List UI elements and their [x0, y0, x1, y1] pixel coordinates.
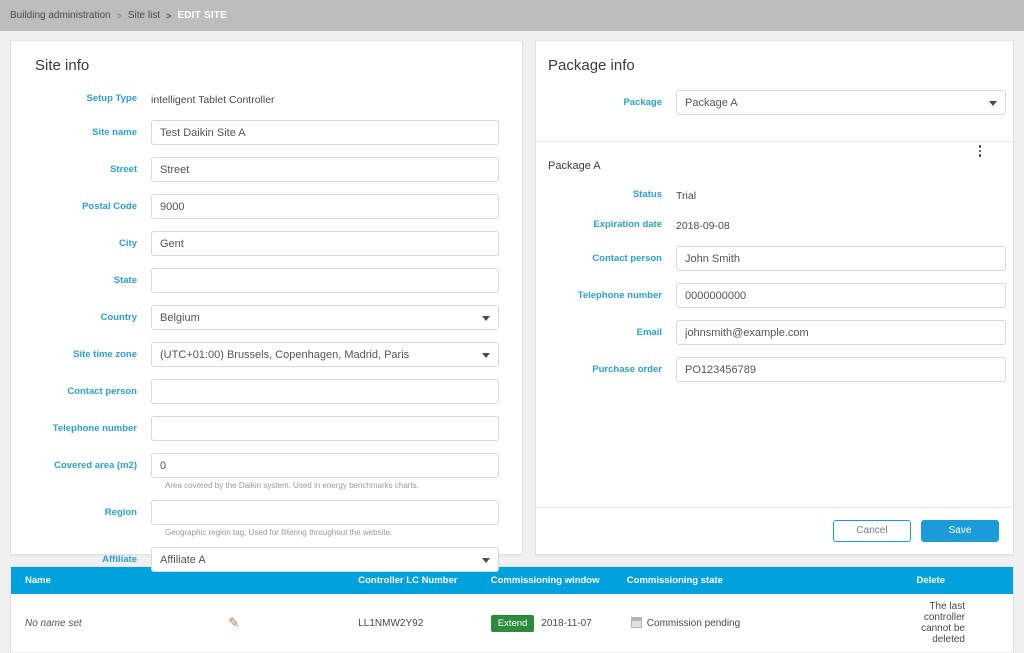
field-row-telephone-number: Telephone number: [23, 416, 510, 441]
field-row-package: Package: [536, 90, 1006, 115]
label-contact-person: Contact person: [67, 385, 137, 397]
telephone-number-input[interactable]: [151, 416, 499, 441]
breadcrumb-separator-1: >: [116, 10, 122, 21]
field-row-site-name: Site name: [23, 120, 510, 145]
help-text-region: Geographic region tag. Used for filterin…: [165, 528, 393, 537]
cell-commissioning-state: Commission pending: [626, 594, 917, 653]
cell-commissioning-window: Extend 2018-11-07: [490, 594, 627, 653]
label-street: Street: [110, 163, 137, 175]
package-details-section: Package A Status Trial Expiration date 2…: [536, 142, 1013, 507]
field-row-affiliate: Affiliate: [23, 547, 510, 572]
cell-delete: The last controller cannot be deleted: [916, 594, 1013, 653]
field-row-city: City: [23, 231, 510, 256]
label-region: Region: [104, 506, 137, 518]
covered-area-input[interactable]: [151, 453, 499, 478]
field-row-country: Country: [23, 305, 510, 330]
cancel-button[interactable]: Cancel: [833, 520, 911, 542]
cell-lc-number: LL1NMW2Y92: [358, 594, 491, 653]
breadcrumb-root[interactable]: Building administration: [10, 10, 111, 21]
pencil-icon[interactable]: ✎: [228, 615, 239, 630]
label-city: City: [119, 237, 137, 249]
field-row-status: Status Trial: [536, 186, 1001, 204]
save-button[interactable]: Save: [921, 520, 999, 542]
label-telephone-number: Telephone number: [52, 422, 137, 434]
form-actions: Cancel Save: [536, 507, 1013, 554]
column-header-commissioning-window: Commissioning window: [490, 567, 627, 594]
site-time-zone-select[interactable]: [151, 342, 499, 367]
purchase-order-input[interactable]: [676, 357, 1006, 382]
controllers-table: Name Controller LC Number Commissioning …: [11, 567, 1013, 653]
commissioning-window-date: 2018-11-07: [541, 617, 592, 629]
label-covered-area: Covered area (m2): [54, 459, 137, 471]
label-postal-code: Postal Code: [82, 200, 137, 212]
label-email: Email: [636, 326, 662, 338]
package-contact-person-input[interactable]: [676, 246, 1006, 271]
affiliate-select[interactable]: [151, 547, 499, 572]
label-status: Status: [632, 189, 662, 200]
field-row-covered-area: Covered area (m2): [23, 453, 510, 478]
package-info-title: Package info: [548, 57, 635, 74]
country-select[interactable]: [151, 305, 499, 330]
value-setup-type: intelligent Tablet Controller: [151, 94, 275, 106]
label-site-time-zone: Site time zone: [73, 348, 137, 360]
field-row-setup-type: Setup Type intelligent Tablet Controller: [23, 90, 510, 108]
breadcrumb-current-page: EDIT SITE: [177, 10, 227, 21]
site-name-input[interactable]: [151, 120, 499, 145]
field-row-package-contact-person: Contact person: [536, 246, 1006, 271]
cell-name: No name set: [11, 594, 229, 653]
field-row-region: Region: [23, 500, 510, 525]
label-purchase-order: Purchase order: [592, 363, 662, 375]
label-state: State: [113, 274, 137, 286]
controllers-table-container: Name Controller LC Number Commissioning …: [10, 566, 1014, 653]
postal-code-input[interactable]: [151, 194, 499, 219]
label-site-name: Site name: [92, 126, 137, 138]
street-input[interactable]: [151, 157, 499, 182]
label-package-contact-person: Contact person: [592, 252, 662, 264]
contact-person-input[interactable]: [151, 379, 499, 404]
package-select[interactable]: [676, 90, 1006, 115]
state-input[interactable]: [151, 268, 499, 293]
kebab-menu-icon[interactable]: [973, 142, 987, 160]
field-row-contact-person: Contact person: [23, 379, 510, 404]
value-expiration-date: 2018-09-08: [676, 220, 730, 232]
breadcrumb-bar: Building administration > Site list > ED…: [0, 0, 1024, 31]
label-country: Country: [100, 311, 137, 323]
field-row-state: State: [23, 268, 510, 293]
calendar-icon: [630, 617, 642, 628]
main-content: Site info Setup Type intelligent Tablet …: [0, 31, 1024, 572]
package-info-panel: Package info Package Package A Status Tr…: [535, 40, 1014, 555]
breadcrumb-separator-2: >: [166, 10, 172, 21]
field-row-package-telephone-number: Telephone number: [536, 283, 1006, 308]
column-header-delete: Delete: [916, 567, 1013, 594]
cell-edit: ✎: [228, 594, 359, 653]
site-info-panel: Site info Setup Type intelligent Tablet …: [10, 40, 523, 572]
label-package: Package: [623, 96, 662, 108]
breadcrumb-site-list[interactable]: Site list: [128, 10, 160, 21]
site-info-title: Site info: [35, 57, 90, 74]
field-row-email: Email: [536, 320, 1006, 345]
email-input[interactable]: [676, 320, 1006, 345]
label-expiration-date: Expiration date: [593, 219, 662, 230]
label-package-telephone-number: Telephone number: [577, 289, 662, 301]
package-selector-section: Package info Package: [536, 41, 1013, 141]
value-status: Trial: [676, 190, 697, 202]
field-row-street: Street: [23, 157, 510, 182]
label-setup-type: Setup Type: [86, 93, 138, 104]
package-telephone-number-input[interactable]: [676, 283, 1006, 308]
field-row-postal-code: Postal Code: [23, 194, 510, 219]
field-row-time-zone: Site time zone: [23, 342, 510, 367]
column-header-commissioning-state: Commissioning state: [626, 567, 917, 594]
commissioning-state-value: Commission pending: [646, 618, 741, 629]
table-row: No name set ✎ LL1NMW2Y92 Extend 2018-11-0…: [11, 594, 1013, 653]
field-row-purchase-order: Purchase order: [536, 357, 1006, 382]
city-input[interactable]: [151, 231, 499, 256]
extend-button[interactable]: Extend: [490, 614, 535, 632]
help-text-covered-area: Area covered by the Daikin system. Used …: [165, 481, 419, 490]
region-input[interactable]: [151, 500, 499, 525]
field-row-expiration-date: Expiration date 2018-09-08: [536, 216, 1001, 234]
controller-name-value: No name set: [25, 617, 82, 629]
package-name-subtitle: Package A: [548, 160, 601, 172]
label-affiliate: Affiliate: [102, 553, 137, 565]
